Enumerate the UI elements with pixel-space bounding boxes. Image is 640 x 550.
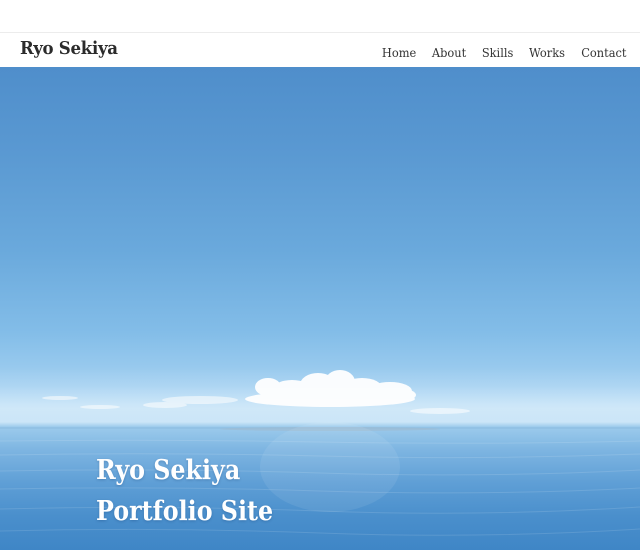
top-strip — [0, 0, 640, 33]
nav-item-home: Home — [381, 42, 417, 61]
nav-item-about: About — [431, 42, 467, 61]
nav-item-contact: Contact — [580, 42, 628, 61]
nav-link-about[interactable]: About — [432, 46, 466, 60]
site-header: Ryo Sekiya Home About Skills Works Conta… — [0, 33, 640, 67]
nav-link-works[interactable]: Works — [529, 46, 565, 60]
nav-item-works: Works — [528, 42, 566, 61]
nav-link-skills[interactable]: Skills — [482, 46, 514, 60]
nav-link-home[interactable]: Home — [382, 46, 416, 60]
hero-title-line-1: Ryo Sekiya — [96, 455, 241, 486]
hero-title-line-2: Portfolio Site — [96, 496, 274, 527]
hero-section: Ryo Sekiya Portfolio Site — [0, 67, 640, 550]
main-nav: Home About Skills Works Contact — [381, 42, 628, 61]
hero-title: Ryo Sekiya Portfolio Site — [96, 450, 273, 532]
site-logo-link[interactable]: Ryo Sekiya — [20, 38, 118, 59]
cloud-bank — [245, 370, 416, 407]
nav-link-contact[interactable]: Contact — [582, 46, 627, 60]
nav-item-skills: Skills — [481, 42, 514, 61]
